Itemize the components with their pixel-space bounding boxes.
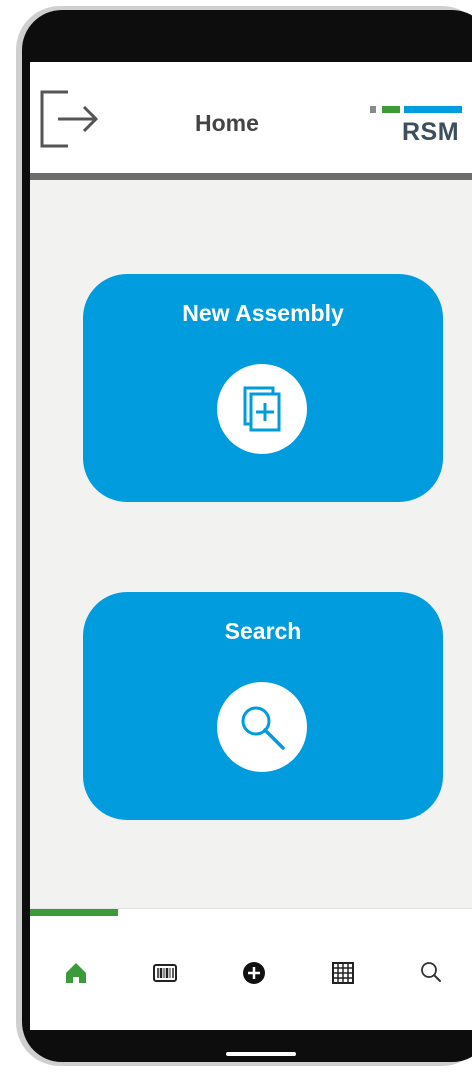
search-icon <box>241 706 285 750</box>
rsm-logo: RSM <box>370 106 470 150</box>
new-assembly-title: New Assembly <box>182 300 344 326</box>
nav-grid[interactable] <box>321 951 365 995</box>
nav-search[interactable] <box>410 951 454 995</box>
new-assembly-card[interactable]: New Assembly <box>83 274 443 502</box>
search-title: Search <box>224 618 302 644</box>
home-indicator[interactable] <box>226 1052 296 1056</box>
logo-bars <box>370 106 470 114</box>
logo-text: RSM <box>402 118 460 146</box>
bottom-nav <box>30 908 472 1033</box>
search-card[interactable]: Search <box>83 592 443 820</box>
new-document-icon <box>243 386 281 432</box>
exit-icon <box>40 90 99 148</box>
header: Home RSM <box>30 62 472 180</box>
system-home-bar <box>30 1030 472 1062</box>
new-assembly-icon-circle <box>217 364 307 454</box>
page-title: Home <box>195 110 259 136</box>
nav-scan[interactable] <box>143 951 187 995</box>
exit-button[interactable] <box>34 88 104 152</box>
app-screen: Home RSM New Assembly Search <box>30 62 472 1062</box>
nav-add[interactable] <box>232 951 276 995</box>
search-icon-circle <box>217 682 307 772</box>
search-icon <box>421 962 441 982</box>
home-icon <box>66 963 86 983</box>
phone-frame: Home RSM New Assembly Search <box>16 6 472 1066</box>
barcode-icon <box>153 964 177 982</box>
add-icon <box>243 962 265 984</box>
nav-home[interactable] <box>54 951 98 995</box>
phone-bezel: Home RSM New Assembly Search <box>22 10 472 1062</box>
active-tab-indicator <box>30 909 118 916</box>
grid-icon <box>332 962 354 984</box>
